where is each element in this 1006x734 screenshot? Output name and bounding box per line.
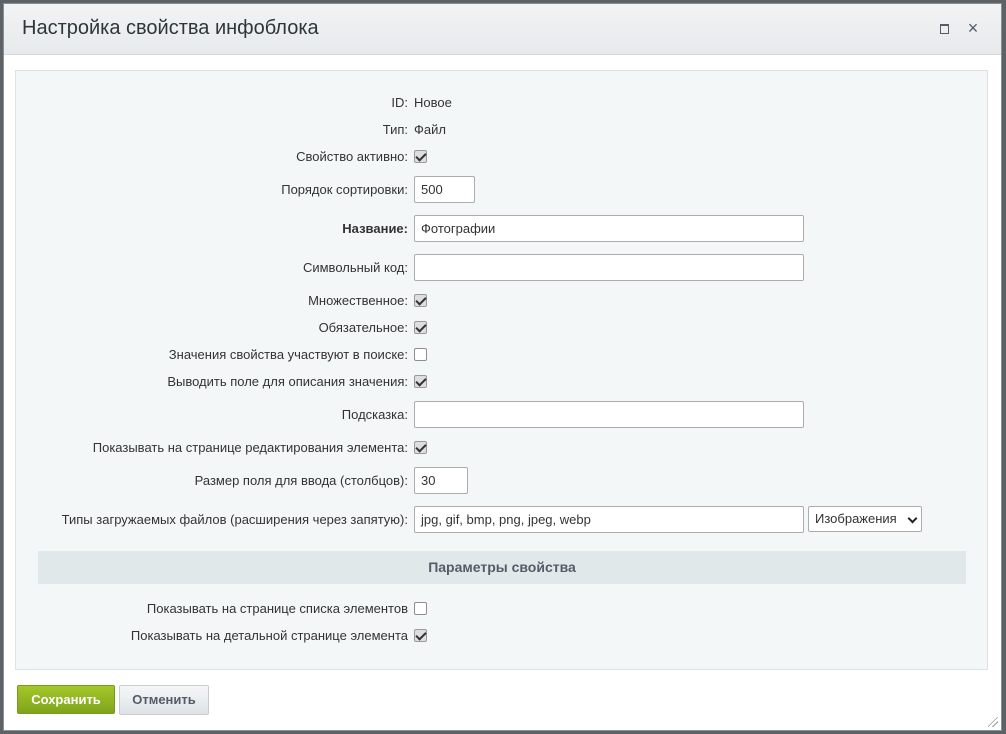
col-count-label: Размер поля для ввода (столбцов): [194, 473, 408, 488]
show-in-detail-checkbox[interactable] [414, 629, 427, 642]
hint-label: Подсказка: [341, 407, 408, 422]
show-on-edit-checkbox[interactable] [414, 441, 427, 454]
required-checkbox[interactable] [414, 321, 427, 334]
col-count-input[interactable]: 30 [414, 467, 468, 494]
multiple-label: Множественное: [308, 293, 408, 308]
code-label: Символьный код: [302, 260, 408, 275]
searchable-checkbox[interactable] [414, 348, 427, 361]
id-value: Новое [414, 95, 452, 110]
show-on-edit-label: Показывать на странице редактирования эл… [92, 440, 408, 455]
code-input[interactable] [414, 254, 804, 281]
with-description-checkbox[interactable] [414, 375, 427, 388]
show-in-detail-label: Показывать на детальной странице элемент… [130, 628, 408, 643]
required-label: Обязательное: [318, 320, 408, 335]
hint-input[interactable] [414, 401, 804, 428]
active-checkbox[interactable] [414, 150, 427, 163]
file-types-input[interactable]: jpg, gif, bmp, png, jpeg, webp [414, 506, 804, 533]
maximize-icon[interactable] [937, 21, 951, 35]
show-in-list-checkbox[interactable] [414, 602, 427, 615]
close-icon[interactable]: × [966, 19, 980, 37]
searchable-label: Значения свойства участвуют в поиске: [168, 347, 408, 362]
type-label: Тип: [382, 122, 408, 137]
sort-input[interactable]: 500 [414, 176, 475, 203]
file-types-label: Типы загружаемых файлов (расширения чере… [61, 512, 408, 527]
dialog-title: Настройка свойства инфоблока [22, 17, 319, 39]
active-label: Свойство активно: [296, 149, 408, 164]
form-panel: ID: Новое Тип: Файл Свойство активно: По… [15, 70, 988, 670]
property-settings-dialog: Настройка свойства инфоблока × ID: Новое… [3, 3, 1002, 731]
save-button[interactable]: Сохранить [17, 685, 115, 714]
with-description-label: Выводить поле для описания значения: [167, 374, 408, 389]
show-in-list-label: Показывать на странице списка элементов [146, 601, 408, 616]
id-label: ID: [391, 95, 408, 110]
dialog-titlebar[interactable]: Настройка свойства инфоблока × [4, 4, 1001, 55]
name-label: Название: [342, 221, 408, 236]
sort-label: Порядок сортировки: [281, 182, 408, 197]
multiple-checkbox[interactable] [414, 294, 427, 307]
type-value: Файл [414, 122, 446, 137]
cancel-button[interactable]: Отменить [119, 685, 209, 715]
file-types-preset-value: Изображения [815, 511, 897, 526]
resize-handle-icon[interactable] [988, 717, 998, 727]
chevron-down-icon [907, 513, 918, 524]
name-input[interactable]: Фотографии [414, 215, 804, 242]
file-types-preset-select[interactable]: Изображения [808, 506, 922, 532]
section-header: Параметры свойства [38, 551, 966, 584]
